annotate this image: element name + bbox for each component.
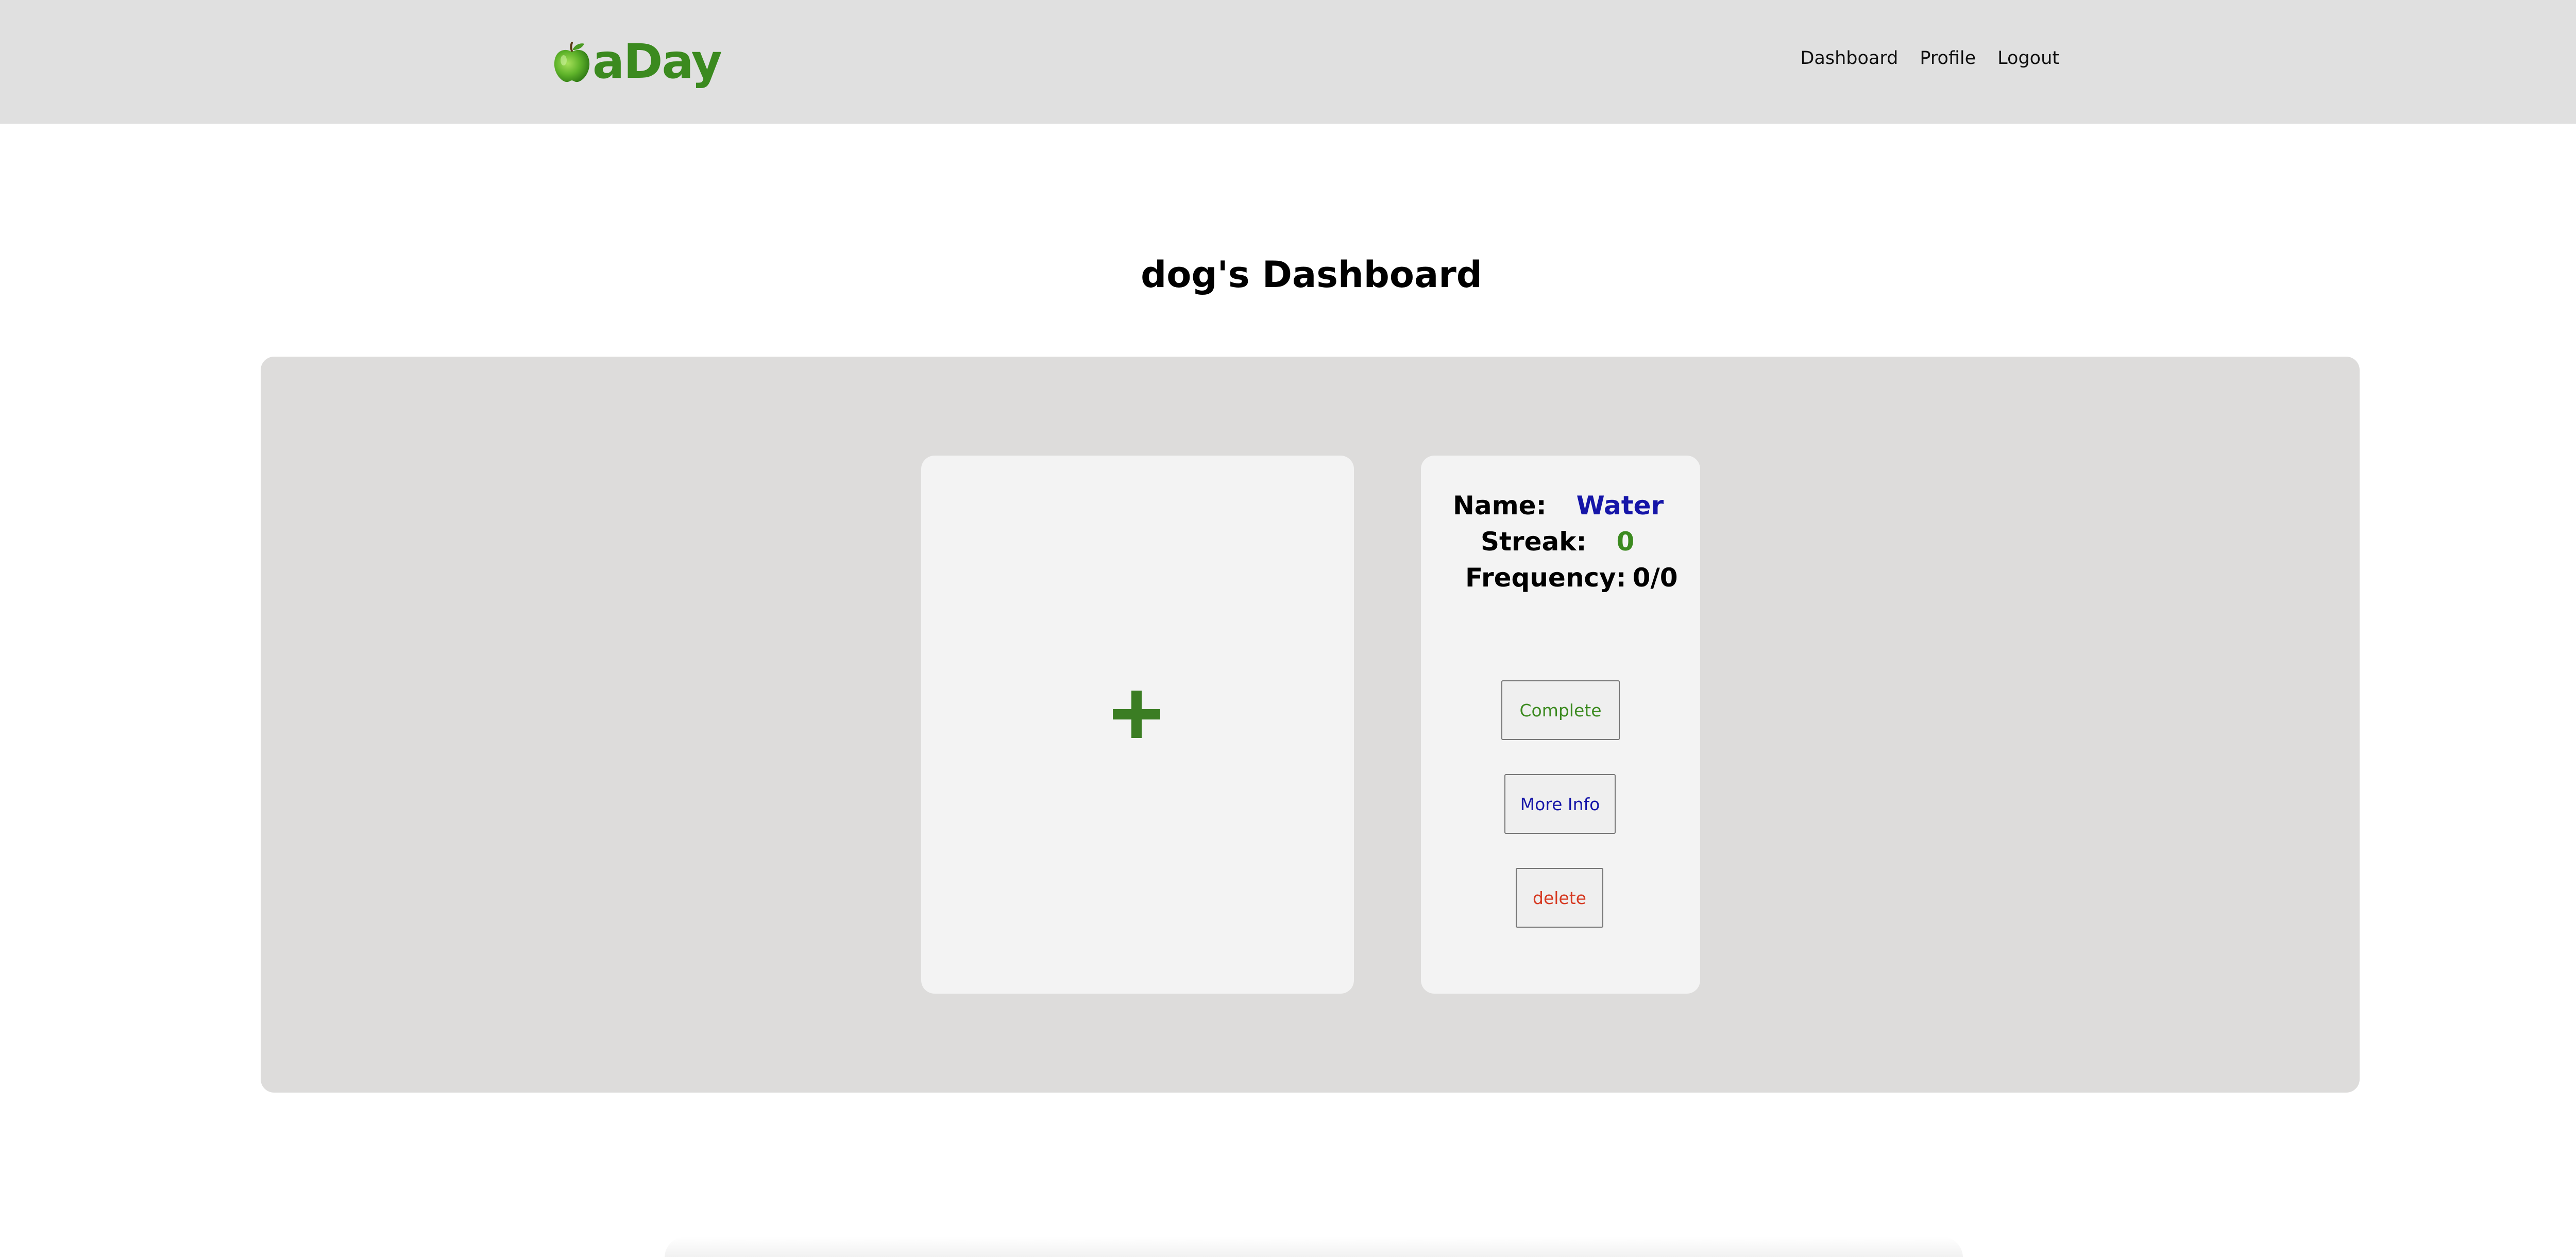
plus-icon: [1113, 691, 1160, 738]
habit-frequency-row: Frequency: 0/0: [1465, 565, 1678, 591]
bottom-overlay-edge: [665, 1237, 1963, 1257]
habit-frequency-value: 0/0: [1632, 563, 1678, 593]
complete-button[interactable]: Complete: [1501, 680, 1620, 740]
habits-panel: Name: Water Streak: 0 Frequency: 0/0 Comple…: [261, 357, 2360, 1093]
page: aDay Dashboard Profile Logout dog's Dash…: [0, 0, 2576, 1257]
add-habit-card[interactable]: [921, 456, 1354, 994]
logo[interactable]: aDay: [552, 34, 722, 89]
habit-frequency-label: Frequency:: [1465, 563, 1626, 593]
habit-streak-value: 0: [1616, 527, 1635, 557]
nav-logout-link[interactable]: Logout: [1997, 49, 2059, 68]
habit-card: Name: Water Streak: 0 Frequency: 0/0 Comple…: [1421, 456, 1700, 994]
habit-name-label: Name:: [1453, 491, 1547, 521]
green-apple-icon: [554, 42, 590, 82]
habit-name-row: Name: Water: [1453, 493, 1664, 518]
main-nav: Dashboard Profile Logout: [1800, 49, 2059, 68]
habit-streak-row: Streak: 0: [1481, 529, 1634, 555]
habit-name-value: Water: [1576, 491, 1664, 521]
nav-dashboard-link[interactable]: Dashboard: [1800, 49, 1898, 68]
more-info-button[interactable]: More Info: [1504, 774, 1616, 834]
page-title: dog's Dashboard: [1141, 254, 1482, 296]
nav-profile-link[interactable]: Profile: [1920, 49, 1976, 68]
habit-streak-label: Streak:: [1481, 527, 1587, 557]
logo-text: aDay: [592, 34, 722, 89]
delete-button[interactable]: delete: [1516, 868, 1603, 928]
top-header: aDay Dashboard Profile Logout: [0, 0, 2576, 124]
